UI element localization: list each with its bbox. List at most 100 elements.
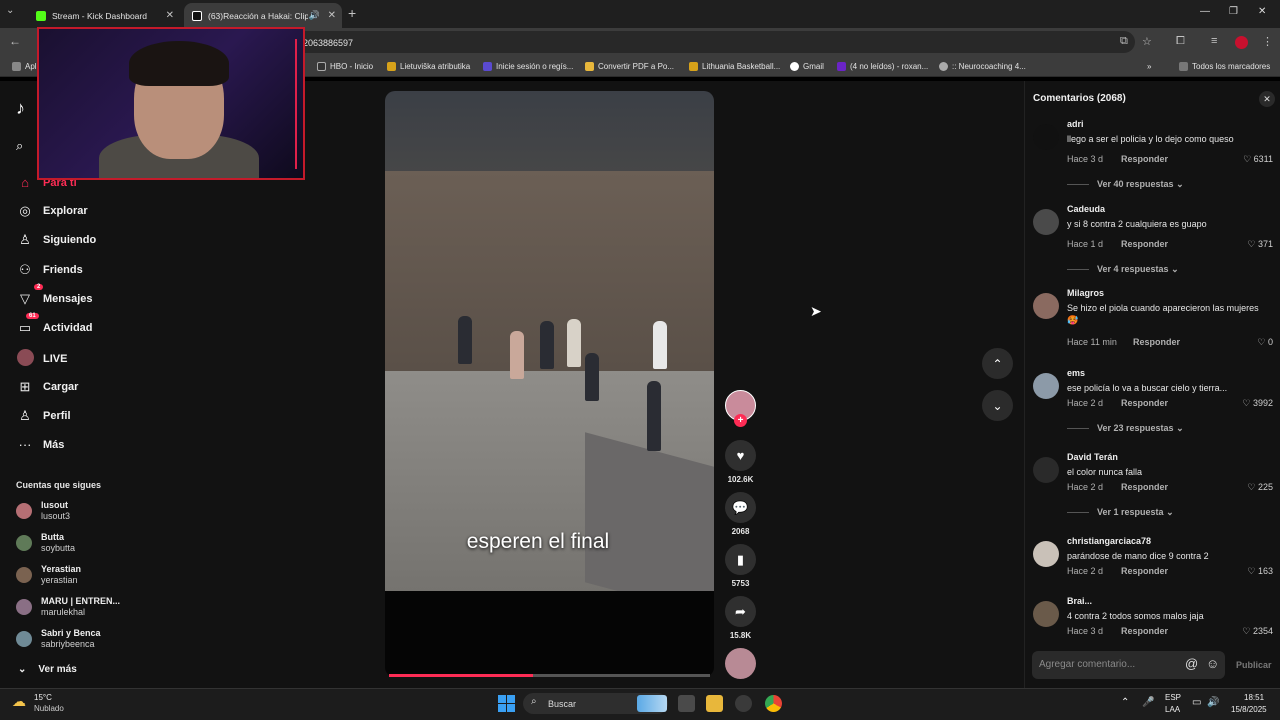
bookmark-gmail[interactable]: Gmail (790, 62, 824, 71)
taskbar-search-label[interactable]: Buscar (548, 699, 576, 709)
search-highlight-icon[interactable] (637, 695, 667, 712)
comment-like[interactable]: ♡ 2354 (1242, 626, 1273, 637)
comment-user[interactable]: Brai... (1067, 596, 1092, 606)
weather-condition[interactable]: Nublado (34, 704, 64, 713)
bookmark-hbo[interactable]: HBO - Inicio (317, 62, 373, 71)
sidebar-item-cargar[interactable]: ⊞ Cargar (16, 379, 79, 395)
avatar[interactable] (1033, 124, 1059, 150)
comment-user[interactable]: adri (1067, 119, 1084, 129)
mention-at-icon[interactable]: @ (1185, 656, 1198, 671)
avatar[interactable] (1033, 601, 1059, 627)
sidebar-item-live[interactable]: LIVE (16, 349, 67, 369)
video-player[interactable] (385, 91, 714, 677)
bookmark-yahoo-mail[interactable]: (4 no leídos) - roxan... (837, 62, 928, 71)
view-replies-button[interactable]: Ver 4 respuestas ⌄ (1067, 264, 1179, 275)
chrome-menu-icon[interactable]: ⋮ (1262, 35, 1273, 48)
avatar[interactable] (1033, 293, 1059, 319)
tray-chevron-icon[interactable]: ⌃ (1121, 697, 1129, 708)
speaker-icon[interactable]: 🔊 (1207, 697, 1219, 708)
next-video-button[interactable]: ⌄ (982, 390, 1013, 421)
sidebar-item-mensajes[interactable]: ▽ 2 Mensajes (16, 284, 93, 307)
browser-tab-tiktok[interactable]: (63)Reacción a Hakai: Clips 🔊 ✕ (184, 3, 342, 28)
sidebar-item-mas[interactable]: ··· Más (16, 437, 65, 452)
sidebar-item-perfil[interactable]: ♙ Perfil (16, 408, 70, 424)
comment-user[interactable]: Cadeuda (1067, 204, 1105, 214)
emoji-icon[interactable]: ☺ (1206, 656, 1219, 671)
media-control-icon[interactable]: ≡ (1211, 35, 1217, 47)
address-bar[interactable] (285, 31, 1135, 53)
view-replies-button[interactable]: Ver 1 respuesta ⌄ (1067, 507, 1174, 518)
reply-button[interactable]: Responder (1121, 566, 1168, 576)
music-disc-avatar[interactable] (725, 648, 756, 679)
url-text[interactable]: 2063886597 (303, 38, 353, 48)
comment-user[interactable]: christiangarciaca78 (1067, 536, 1151, 546)
profile-avatar-icon[interactable] (1235, 36, 1248, 49)
clock-date[interactable]: 15/8/2025 (1231, 705, 1267, 714)
comment-like[interactable]: ♡ 3992 (1242, 398, 1273, 409)
reply-button[interactable]: Responder (1121, 239, 1168, 249)
comment-user[interactable]: ems (1067, 368, 1085, 378)
tab-close-icon[interactable]: ✕ (166, 10, 174, 21)
all-bookmarks[interactable]: Todos los marcadores (1179, 62, 1270, 71)
comment-like[interactable]: ♡ 371 (1247, 239, 1273, 250)
search-icon[interactable]: ⌕ (16, 138, 23, 154)
comment-user[interactable]: Milagros (1067, 288, 1104, 298)
like-button[interactable]: ♥ 102.6K (725, 440, 756, 484)
comment-like[interactable]: ♡ 6311 (1243, 154, 1273, 165)
language-code[interactable]: ESP (1165, 693, 1181, 702)
followed-account[interactable]: MARU | ENTREN... marulekhal (16, 596, 120, 618)
view-replies-button[interactable]: Ver 23 respuestas ⌄ (1067, 423, 1184, 434)
comment-like[interactable]: ♡ 225 (1247, 482, 1273, 493)
video-progress-bar[interactable] (389, 674, 710, 677)
microphone-icon[interactable]: 🎤 (1142, 697, 1154, 708)
share-button[interactable]: ➦ 15.8K (725, 596, 756, 640)
apps-bookmark[interactable]: Apl (12, 62, 37, 71)
bookmark-convertir-pdf[interactable]: Convertir PDF a Po... (585, 62, 674, 71)
reply-button[interactable]: Responder (1121, 154, 1168, 164)
back-arrow-icon[interactable]: ← (9, 34, 21, 48)
reply-button[interactable]: Responder (1121, 626, 1168, 636)
sidebar-item-siguiendo[interactable]: ♙ Siguiendo (16, 232, 96, 248)
clock-time[interactable]: 18:51 (1244, 693, 1264, 702)
save-button[interactable]: ▮ 5753 (725, 544, 756, 588)
previous-video-button[interactable]: ⌃ (982, 348, 1013, 379)
reply-button[interactable]: Responder (1121, 398, 1168, 408)
install-app-icon[interactable]: ⧉ (1120, 35, 1128, 48)
comment-button[interactable]: 💬 2068 (725, 492, 756, 536)
new-tab-plus-icon[interactable]: + (348, 5, 356, 21)
chrome-icon[interactable] (765, 695, 782, 712)
add-comment-placeholder[interactable]: Agregar comentario... (1039, 659, 1135, 670)
see-more-accounts-button[interactable]: ⌄ Ver más (18, 664, 77, 675)
minimize-icon[interactable]: — (1200, 6, 1210, 17)
avatar[interactable] (1033, 457, 1059, 483)
reply-button[interactable]: Responder (1121, 482, 1168, 492)
tab-list-chevron-icon[interactable]: ⌄ (6, 5, 14, 16)
tab-close-icon[interactable]: ✕ (328, 10, 336, 21)
maximize-icon[interactable]: ❐ (1229, 6, 1238, 17)
followed-account[interactable]: Butta soybutta (16, 532, 75, 554)
avatar[interactable] (1033, 209, 1059, 235)
avatar[interactable] (1033, 541, 1059, 567)
weather-cloud-icon[interactable]: ☁ (12, 693, 26, 710)
publish-button[interactable]: Publicar (1236, 660, 1272, 670)
view-replies-button[interactable]: Ver 40 respuestas ⌄ (1067, 179, 1184, 190)
windows-start-icon[interactable] (498, 695, 515, 712)
bookmark-lithuania-basketball[interactable]: Lithuania Basketball... (689, 62, 780, 71)
comment-like[interactable]: ♡ 163 (1247, 566, 1273, 577)
bookmark-lietuviska[interactable]: Lietuviška atributika (387, 62, 470, 71)
follow-plus-icon[interactable]: + (734, 414, 747, 427)
browser-tab-kick[interactable]: Stream - Kick Dashboard ✕ (28, 3, 180, 28)
close-window-icon[interactable]: ✕ (1258, 6, 1266, 17)
followed-account[interactable]: lusout lusout3 (16, 500, 70, 522)
avatar[interactable] (1033, 373, 1059, 399)
extensions-icon[interactable]: ⧠ (1176, 35, 1185, 48)
speaker-icon[interactable]: 🔊 (309, 10, 320, 21)
comment-like[interactable]: ♡ 0 (1257, 337, 1273, 348)
sidebar-item-actividad[interactable]: ▭ 61 Actividad (16, 313, 93, 336)
close-comments-icon[interactable]: ✕ (1259, 91, 1275, 107)
sidebar-item-friends[interactable]: ⚇ Friends (16, 262, 83, 278)
bookmark-inicie-sesion[interactable]: Inicie sesión o regís... (483, 62, 573, 71)
reply-button[interactable]: Responder (1133, 337, 1180, 347)
keyboard-layout[interactable]: LAA (1165, 705, 1180, 714)
bookmark-neurocoaching[interactable]: :: Neurocoaching 4... (939, 62, 1026, 71)
